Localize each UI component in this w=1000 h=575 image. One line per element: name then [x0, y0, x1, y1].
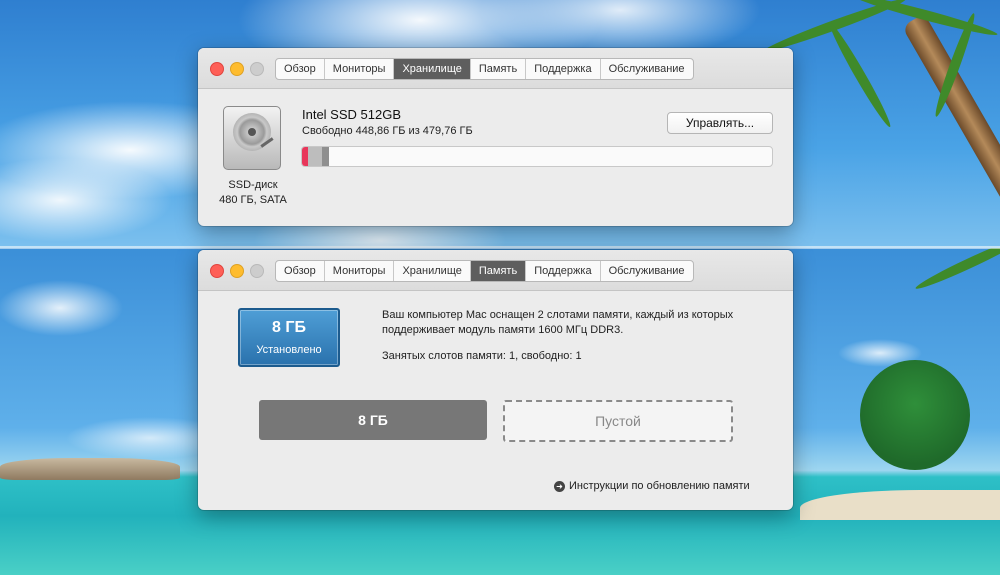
tab-displays[interactable]: Мониторы	[325, 59, 395, 79]
tab-overview[interactable]: Обзор	[276, 261, 325, 281]
disk-type-label: SSD-диск	[228, 179, 278, 191]
minimize-button[interactable]	[230, 62, 244, 76]
close-button[interactable]	[210, 264, 224, 278]
disk-name: Intel SSD 512GB	[302, 107, 401, 122]
memory-slot-1: 8 ГБ	[259, 400, 487, 440]
memory-upgrade-link-text[interactable]: Инструкции по обновлению памяти	[569, 480, 750, 492]
palm-trunk	[901, 13, 1000, 226]
tab-support[interactable]: Поддержка	[526, 59, 601, 79]
zoom-button[interactable]	[250, 62, 264, 76]
minimize-button[interactable]	[230, 264, 244, 278]
memory-slots-status: Занятых слотов памяти: 1, свободно: 1	[382, 350, 582, 362]
image-divider	[0, 246, 1000, 249]
arrow-right-circle-icon: ➜	[554, 480, 565, 492]
disk-capacity-label: 480 ГБ, SATA	[219, 194, 287, 206]
tab-storage[interactable]: Хранилище	[394, 59, 471, 79]
storage-window: Обзор Мониторы Хранилище Память Поддержк…	[198, 48, 793, 226]
tab-bar: Обзор Мониторы Хранилище Память Поддержк…	[275, 260, 694, 282]
island-trees	[860, 360, 970, 470]
installed-memory-amount: 8 ГБ	[272, 319, 306, 336]
installed-memory-badge: 8 ГБ Установлено	[238, 308, 340, 367]
tab-service[interactable]: Обслуживание	[601, 261, 693, 281]
storage-usage-bar	[301, 146, 773, 167]
zoom-button[interactable]	[250, 264, 264, 278]
memory-info-line1: Ваш компьютер Mac оснащен 2 слотами памя…	[382, 309, 734, 321]
tab-service[interactable]: Обслуживание	[601, 59, 693, 79]
storage-segment-2	[307, 147, 322, 166]
memory-slot-2: Пустой	[503, 400, 733, 442]
disk-free-space: Свободно 448,86 ГБ из 479,76 ГБ	[302, 125, 473, 137]
tab-overview[interactable]: Обзор	[276, 59, 325, 79]
titlebar: Обзор Мониторы Хранилище Память Поддержк…	[198, 250, 793, 291]
ssd-disk-icon	[223, 106, 281, 170]
manage-button[interactable]: Управлять...	[667, 112, 773, 134]
tab-memory[interactable]: Память	[470, 261, 527, 281]
palm-frond	[913, 248, 1000, 293]
storage-segment-3	[321, 147, 329, 166]
tab-memory[interactable]: Память	[471, 59, 527, 79]
palm-frond	[825, 20, 895, 130]
tab-bar: Обзор Мониторы Хранилище Память Поддержк…	[275, 58, 694, 80]
memory-window: Обзор Мониторы Хранилище Память Поддержк…	[198, 250, 793, 510]
tab-storage[interactable]: Хранилище	[394, 261, 471, 281]
rocks	[0, 458, 180, 480]
tab-displays[interactable]: Мониторы	[325, 261, 395, 281]
installed-memory-label: Установлено	[256, 344, 322, 356]
close-button[interactable]	[210, 62, 224, 76]
memory-info-line2: поддерживает модуль памяти 1600 МГц DDR3…	[382, 324, 624, 336]
memory-upgrade-link[interactable]: ➜ Инструкции по обновлению памяти	[554, 480, 750, 492]
titlebar: Обзор Мониторы Хранилище Память Поддержк…	[198, 48, 793, 89]
tab-support[interactable]: Поддержка	[526, 261, 601, 281]
